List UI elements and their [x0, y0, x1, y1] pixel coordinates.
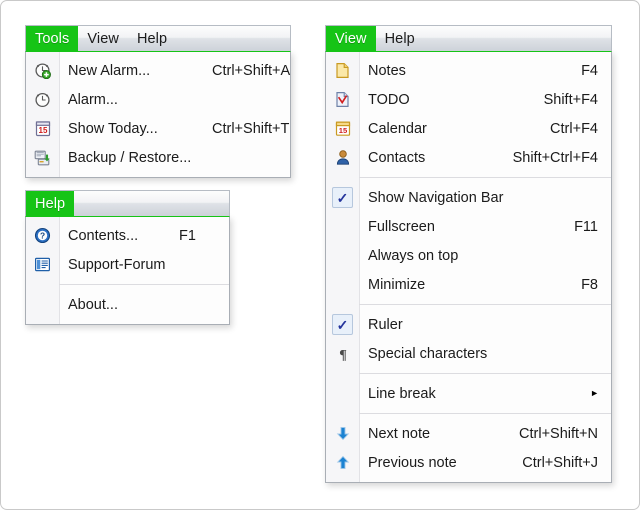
- tools-dropdown: New Alarm... Ctrl+Shift+A Alarm... 15 Sh…: [25, 51, 291, 178]
- menubar-item-tools[interactable]: Tools: [26, 26, 79, 51]
- menu-item-label: Minimize: [368, 276, 426, 293]
- menu-separator: [359, 177, 611, 178]
- tools-menubar: Tools View Help: [25, 25, 291, 51]
- svg-text:?: ?: [40, 231, 45, 241]
- no-icon: [26, 290, 59, 319]
- no-icon: [326, 270, 359, 299]
- todo-check-icon: [326, 85, 359, 114]
- menu-separator: [59, 284, 229, 285]
- menu-item-next-note[interactable]: Next note Ctrl+Shift+N: [326, 419, 611, 448]
- menu-item-ruler[interactable]: ✓ Ruler: [326, 310, 611, 339]
- menu-item-fullscreen[interactable]: Fullscreen F11: [326, 212, 611, 241]
- menubar-item-help[interactable]: Help: [26, 191, 75, 216]
- menubar-item-view[interactable]: View: [78, 26, 128, 51]
- menu-item-shortcut: F8: [581, 276, 598, 293]
- arrow-down-icon: [326, 419, 359, 448]
- checkmark-icon: ✓: [326, 183, 359, 212]
- view-menubar: View Help: [325, 25, 612, 51]
- note-page-icon: [326, 56, 359, 85]
- menu-item-shortcut: Ctrl+F4: [550, 120, 598, 137]
- menu-item-label: Fullscreen: [368, 218, 435, 235]
- arrow-up-icon: [326, 448, 359, 477]
- backup-restore-icon: [26, 143, 59, 172]
- tools-menu-panel: Tools View Help New Alarm... Ctrl+Shift+…: [25, 25, 291, 178]
- menu-item-show-navigation-bar[interactable]: ✓ Show Navigation Bar: [326, 183, 611, 212]
- alarm-add-icon: [26, 56, 59, 85]
- menu-item-label: Notes: [368, 62, 406, 79]
- menu-item-label: Line break: [368, 385, 436, 402]
- menu-item-label: Support-Forum: [68, 256, 166, 273]
- contacts-person-icon: [326, 143, 359, 172]
- svg-text:15: 15: [338, 126, 347, 135]
- no-icon: [326, 212, 359, 241]
- menu-item-line-break[interactable]: Line break ►: [326, 379, 611, 408]
- forum-list-icon: [26, 250, 59, 279]
- menu-item-shortcut: Ctrl+Shift+A: [212, 62, 291, 79]
- menu-item-label: Next note: [368, 425, 431, 442]
- menu-item-previous-note[interactable]: Previous note Ctrl+Shift+J: [326, 448, 611, 477]
- menu-item-always-on-top[interactable]: Always on top: [326, 241, 611, 270]
- menu-item-label: Ruler: [368, 316, 403, 333]
- calendar-15-icon: 15: [26, 114, 59, 143]
- menu-item-label: About...: [68, 296, 118, 313]
- menu-item-alarm[interactable]: Alarm...: [26, 85, 290, 114]
- screenshot-canvas: Tools View Help New Alarm... Ctrl+Shift+…: [0, 0, 640, 510]
- menu-item-shortcut: Shift+Ctrl+F4: [512, 149, 598, 166]
- menu-separator: [359, 304, 611, 305]
- menu-item-shortcut: Ctrl+Shift+T: [212, 120, 290, 137]
- menu-item-shortcut: Ctrl+Shift+J: [522, 454, 598, 471]
- menu-item-new-alarm[interactable]: New Alarm... Ctrl+Shift+A: [26, 56, 290, 85]
- menu-item-label: Special characters: [368, 345, 488, 362]
- menu-item-special-characters[interactable]: ¶ Special characters: [326, 339, 611, 368]
- menu-item-label: Contents...: [68, 227, 139, 244]
- menu-item-label: Alarm...: [68, 91, 118, 108]
- menu-item-minimize[interactable]: Minimize F8: [326, 270, 611, 299]
- view-menu-panel: View Help Notes F4 TODO Shift+F4 15 Cale…: [325, 25, 612, 483]
- menu-item-shortcut: F4: [581, 62, 598, 79]
- help-dropdown: ? Contents... F1 Support-Forum About...: [25, 216, 230, 325]
- menu-item-about[interactable]: About...: [26, 290, 229, 319]
- menu-item-label: Show Today...: [68, 120, 158, 137]
- menu-item-label: Previous note: [368, 454, 457, 471]
- no-icon: [326, 379, 359, 408]
- menu-item-shortcut: Ctrl+Shift+N: [519, 425, 598, 442]
- menu-item-label: TODO: [368, 91, 410, 108]
- menu-item-calendar[interactable]: 15 Calendar Ctrl+F4: [326, 114, 611, 143]
- menu-item-todo[interactable]: TODO Shift+F4: [326, 85, 611, 114]
- checkmark-icon: ✓: [326, 310, 359, 339]
- menu-item-label: Contacts: [368, 149, 426, 166]
- svg-text:15: 15: [38, 126, 47, 135]
- help-question-icon: ?: [26, 221, 59, 250]
- menubar-item-help[interactable]: Help: [376, 26, 424, 51]
- calendar-15-icon: 15: [326, 114, 359, 143]
- menu-item-contacts[interactable]: Contacts Shift+Ctrl+F4: [326, 143, 611, 172]
- menu-separator: [359, 373, 611, 374]
- submenu-arrow-icon: ►: [590, 388, 599, 398]
- menu-item-shortcut: Shift+F4: [543, 91, 598, 108]
- menu-item-shortcut: F11: [574, 218, 598, 235]
- menu-item-backup-restore[interactable]: Backup / Restore...: [26, 143, 290, 172]
- menu-item-label: Calendar: [368, 120, 427, 137]
- view-dropdown: Notes F4 TODO Shift+F4 15 Calendar Ctrl+…: [325, 51, 612, 483]
- menu-item-label: Always on top: [368, 247, 459, 264]
- menu-item-notes[interactable]: Notes F4: [326, 56, 611, 85]
- help-menu-panel: Help ? Contents... F1 Support-Forum Abou…: [25, 190, 230, 325]
- menu-item-label: New Alarm...: [68, 62, 151, 79]
- pilcrow-icon: ¶: [326, 339, 359, 368]
- menu-item-label: Backup / Restore...: [68, 149, 192, 166]
- alarm-icon: [26, 85, 59, 114]
- no-icon: [326, 241, 359, 270]
- menu-item-support-forum[interactable]: Support-Forum: [26, 250, 229, 279]
- menu-item-show-today[interactable]: 15 Show Today... Ctrl+Shift+T: [26, 114, 290, 143]
- menubar-item-view[interactable]: View: [326, 26, 376, 51]
- menu-item-shortcut: F1: [179, 227, 196, 244]
- menu-item-label: Show Navigation Bar: [368, 189, 504, 206]
- menubar-item-help[interactable]: Help: [128, 26, 176, 51]
- help-menubar: Help: [25, 190, 230, 216]
- menu-separator: [359, 413, 611, 414]
- menu-item-contents[interactable]: ? Contents... F1: [26, 221, 229, 250]
- svg-text:¶: ¶: [339, 348, 347, 362]
